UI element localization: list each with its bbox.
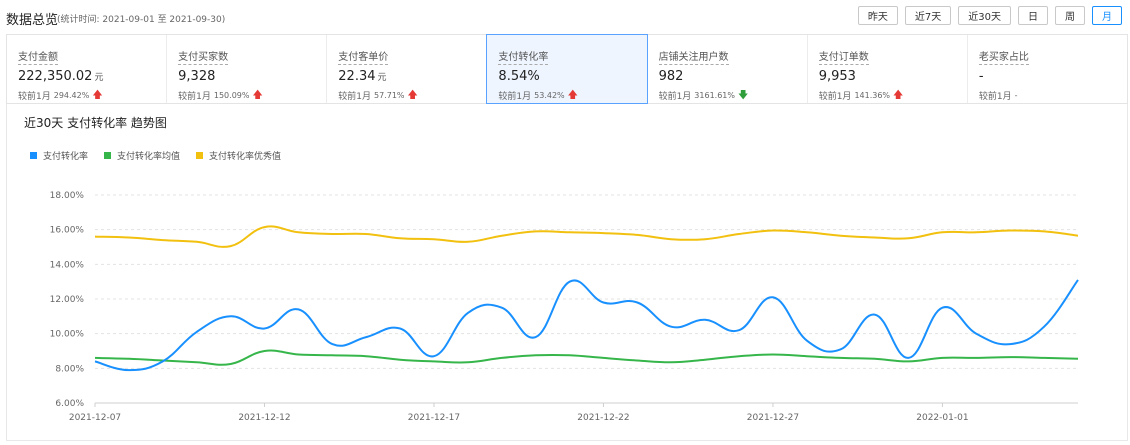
arrow-up-icon: 🡅 [567, 90, 578, 101]
x-tick-label: 2021-12-22 [577, 413, 629, 423]
metric-value: - [978, 69, 984, 84]
metric-compare: 较前1月 150.09% 🡅 [178, 90, 263, 103]
metric-value: 9,953 [818, 69, 856, 84]
trend-chart: 6.00% 8.00% 10.00% 12.00% 14.00% 16.00% 18.00%… [50, 191, 1079, 423]
metric-label: 支付转化率 [498, 52, 549, 65]
metric-label: 店铺关注用户数 [658, 52, 729, 65]
metric-value: 22.34 元 [338, 69, 387, 84]
last-7-days-button[interactable]: 近7天 [904, 6, 952, 25]
metric-value: 9,328 [178, 69, 216, 84]
metric-compare: 较前1月 - [978, 91, 1018, 102]
time-range-buttons: 昨天 近7天 近30天 日 周 月 [857, 6, 1122, 25]
y-tick-label: 16.00% [50, 226, 85, 236]
y-tick-label: 14.00% [50, 260, 85, 270]
y-tick-label: 12.00% [50, 295, 85, 305]
y-tick-label: 10.00% [50, 330, 85, 340]
series-line-average [94, 349, 1079, 366]
trend-chart-card: 近30天 支付转化率 趋势图 支付转化率 支付转化率均值 支付转化率优秀值 6.… [6, 104, 1128, 441]
metric-compare: 较前1月 3161.61% 🡇 [658, 90, 749, 103]
last-30-days-button[interactable]: 近30天 [958, 6, 1011, 25]
metrics-bar: 支付金额 222,350.02 元 较前1月 294.42% 🡅 支付买家数 9,32… [6, 34, 1128, 104]
month-button[interactable]: 月 [1092, 6, 1122, 25]
y-tick-label: 8.00% [55, 364, 84, 374]
metric-compare: 较前1月 294.42% 🡅 [18, 90, 103, 103]
x-tick-label: 2021-12-27 [747, 413, 799, 423]
week-button[interactable]: 周 [1055, 6, 1085, 25]
x-tick-label: 2021-12-07 [69, 413, 121, 423]
metric-shop-followers[interactable]: 店铺关注用户数 982 较前1月 3161.61% 🡇 [648, 35, 808, 103]
metric-label: 老买家占比 [978, 52, 1029, 65]
page-title: 数据总览 [6, 13, 59, 28]
metric-paying-buyers[interactable]: 支付买家数 9,328 较前1月 150.09% 🡅 [167, 35, 328, 103]
x-tick-label: 2022-01-01 [916, 413, 968, 423]
metric-compare: 较前1月 53.42% 🡅 [498, 90, 578, 103]
metric-compare: 较前1月 57.71% 🡅 [338, 90, 418, 103]
arrow-up-icon: 🡅 [407, 90, 418, 101]
metric-value: 982 [658, 69, 684, 84]
metric-conversion-rate[interactable]: 支付转化率 8.54% 较前1月 53.42% 🡅 [486, 34, 648, 104]
period-label: (统计时间: 2021-09-01 至 2021-09-30) [57, 15, 226, 25]
metric-avg-order-value[interactable]: 支付客单价 22.34 元 较前1月 57.71% 🡅 [327, 35, 488, 103]
metric-label: 支付买家数 [178, 52, 229, 65]
metric-paid-orders[interactable]: 支付订单数 9,953 较前1月 141.36% 🡅 [808, 35, 968, 103]
arrow-down-icon: 🡇 [737, 90, 749, 101]
metric-value: 8.54% [498, 69, 540, 84]
metric-unit: 元 [377, 73, 387, 83]
x-tick-label: 2021-12-12 [238, 413, 290, 423]
metric-label: 支付金额 [18, 52, 58, 65]
day-button[interactable]: 日 [1018, 6, 1048, 25]
metric-returning-buyer-ratio[interactable]: 老买家占比 - 较前1月 - [968, 35, 1127, 103]
arrow-up-icon: 🡅 [893, 90, 904, 101]
metric-payment-amount[interactable]: 支付金额 222,350.02 元 较前1月 294.42% 🡅 [7, 35, 168, 103]
arrow-up-icon: 🡅 [92, 90, 103, 101]
metric-label: 支付客单价 [338, 52, 389, 65]
top-bar: 数据总览 (统计时间: 2021-09-01 至 2021-09-30) 昨天 … [0, 0, 1130, 32]
metric-label: 支付订单数 [818, 52, 869, 65]
metric-compare: 较前1月 141.36% 🡅 [818, 90, 904, 103]
metric-value: 222,350.02 元 [18, 69, 104, 84]
arrow-up-icon: 🡅 [252, 90, 263, 101]
y-tick-label: 18.00% [50, 191, 85, 201]
yesterday-button[interactable]: 昨天 [857, 6, 898, 25]
metric-unit: 元 [94, 73, 104, 83]
x-tick-label: 2021-12-17 [408, 413, 460, 423]
y-tick-label: 6.00% [55, 399, 84, 409]
